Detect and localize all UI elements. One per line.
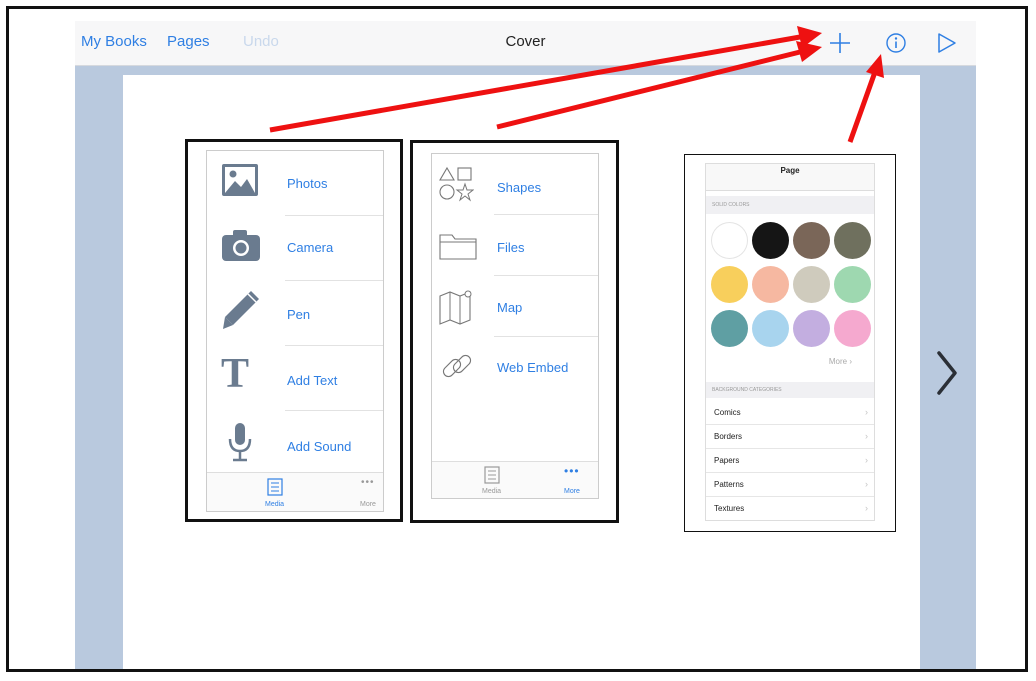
color-swatch[interactable] [793, 310, 830, 347]
link-icon [442, 354, 472, 378]
category-row-textures[interactable]: Textures › [706, 496, 874, 520]
next-page-chevron-icon[interactable] [925, 343, 965, 403]
tab-more[interactable]: ••• More [353, 473, 383, 511]
chevron-right-icon: › [865, 479, 868, 489]
media-item-pen[interactable]: Pen [207, 281, 383, 345]
category-row-patterns[interactable]: Patterns › [706, 472, 874, 497]
media-item-label: Camera [287, 240, 334, 255]
chevron-right-icon: › [865, 455, 868, 465]
more-item-label: Web Embed [497, 360, 569, 375]
shapes-icon [439, 166, 474, 202]
media-item-label: Photos [287, 176, 328, 191]
page-settings-panel: Page SOLID COLORS More › BACKGROUND CATE… [684, 154, 896, 532]
color-swatch[interactable] [834, 310, 871, 347]
color-swatch[interactable] [711, 310, 748, 347]
color-swatch[interactable] [711, 222, 748, 259]
top-navigation-bar: My Books Pages Undo Cover [75, 21, 976, 66]
category-label: Patterns [714, 480, 744, 489]
media-item-photos[interactable]: Photos [207, 151, 383, 215]
microphone-icon [228, 423, 252, 462]
tab-label: Media [482, 488, 502, 495]
tab-label: More [360, 501, 376, 508]
more-icon: ••• [564, 464, 580, 478]
media-item-label: Add Sound [287, 439, 352, 454]
category-label: Borders [714, 432, 743, 441]
color-swatch[interactable] [793, 266, 830, 303]
tab-label: More [564, 488, 580, 495]
color-swatch[interactable] [834, 222, 871, 259]
color-swatch[interactable] [711, 266, 748, 303]
camera-icon [222, 230, 260, 261]
background-categories-header: BACKGROUND CATEGORIES [706, 382, 874, 398]
page-settings-title: Page [706, 164, 874, 191]
category-label: Comics [714, 408, 741, 417]
category-label: Textures [714, 504, 745, 513]
color-swatch[interactable] [752, 266, 789, 303]
category-row-papers[interactable]: Papers › [706, 448, 874, 473]
tab-label: Media [265, 501, 285, 508]
chevron-right-icon: › [849, 357, 852, 366]
media-tab-bar: Media ••• More [207, 472, 383, 511]
more-colors-link[interactable]: More › [829, 357, 852, 366]
media-item-label: Pen [287, 307, 311, 322]
pen-icon [223, 291, 259, 329]
list-icon [267, 478, 283, 496]
text-icon: T [221, 351, 250, 397]
map-icon [439, 290, 472, 325]
folder-icon [439, 234, 477, 260]
color-swatch[interactable] [752, 310, 789, 347]
chevron-right-icon: › [865, 407, 868, 417]
info-icon[interactable] [882, 29, 910, 57]
color-swatch[interactable] [752, 222, 789, 259]
list-icon [484, 466, 500, 484]
play-icon[interactable] [932, 29, 960, 57]
plus-icon[interactable] [826, 29, 854, 57]
more-item-label: Map [497, 300, 523, 315]
more-item-shapes[interactable]: Shapes [432, 154, 598, 214]
media-menu-list: Photos Camera Pen T Add Text Add Sound M… [206, 150, 384, 512]
more-item-web-embed[interactable]: Web Embed [432, 337, 598, 397]
more-colors-label: More [828, 357, 848, 366]
chevron-right-icon: › [865, 431, 868, 441]
more-item-label: Files [497, 240, 525, 255]
tab-media[interactable]: Media [474, 462, 510, 498]
more-menu-panel: Shapes Files Map Web Embed Media ••• Mor… [410, 140, 619, 523]
media-item-camera[interactable]: Camera [207, 216, 383, 280]
media-menu-panel: Photos Camera Pen T Add Text Add Sound M… [185, 139, 403, 522]
more-menu-list: Shapes Files Map Web Embed Media ••• Mor… [431, 153, 599, 499]
more-item-label: Shapes [497, 180, 542, 195]
tab-more[interactable]: ••• More [558, 462, 588, 498]
media-item-label: Add Text [287, 373, 338, 388]
more-item-files[interactable]: Files [432, 215, 598, 275]
chevron-right-icon: › [865, 503, 868, 513]
category-row-borders[interactable]: Borders › [706, 424, 874, 449]
more-tab-bar: Media ••• More [432, 461, 598, 498]
more-item-map[interactable]: Map [432, 276, 598, 336]
solid-colors-header: SOLID COLORS [706, 196, 874, 214]
tab-media[interactable]: Media [255, 473, 295, 511]
more-icon: ••• [361, 477, 375, 488]
color-swatch[interactable] [834, 266, 871, 303]
color-swatch[interactable] [793, 222, 830, 259]
media-item-add-sound[interactable]: Add Sound [207, 411, 383, 473]
media-item-add-text[interactable]: T Add Text [207, 346, 383, 410]
photos-icon [222, 164, 258, 196]
page-settings-sheet: Page SOLID COLORS More › BACKGROUND CATE… [705, 163, 875, 521]
category-label: Papers [714, 456, 740, 465]
category-row-comics[interactable]: Comics › [706, 400, 874, 425]
